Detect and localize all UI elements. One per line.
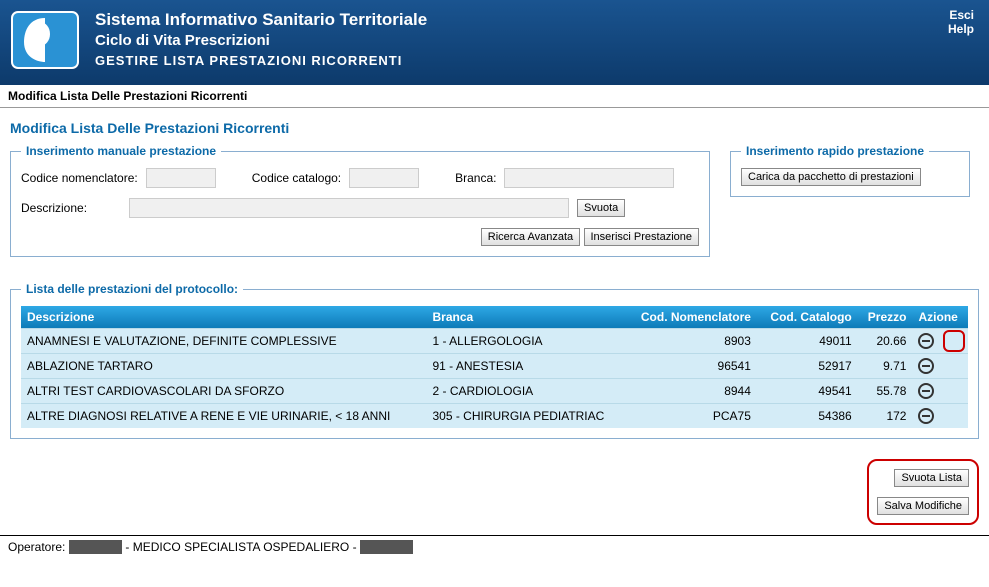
rapid-insert-fieldset: Inserimento rapido prestazione Carica da… bbox=[730, 144, 970, 197]
operator-extra-redacted bbox=[360, 540, 413, 554]
help-link[interactable]: Help bbox=[948, 22, 974, 36]
protocol-list-legend: Lista delle prestazioni del protocollo: bbox=[21, 282, 243, 296]
rapid-insert-legend: Inserimento rapido prestazione bbox=[741, 144, 929, 158]
highlight-ring bbox=[943, 330, 965, 352]
col-descrizione: Descrizione bbox=[21, 306, 427, 329]
cell-branca: 2 - CARDIOLOGIA bbox=[427, 379, 626, 404]
salva-modifiche-button[interactable]: Salva Modifiche bbox=[877, 497, 969, 515]
cell-azione bbox=[912, 379, 968, 404]
table-row: ABLAZIONE TARTARO91 - ANESTESIA965415291… bbox=[21, 354, 968, 379]
remove-icon[interactable] bbox=[918, 383, 934, 399]
status-bar: Operatore: - MEDICO SPECIALISTA OSPEDALI… bbox=[0, 535, 989, 558]
branca-input[interactable] bbox=[504, 168, 674, 188]
breadcrumb: Modifica Lista Delle Prestazioni Ricorre… bbox=[0, 85, 989, 108]
codice-catalogo-input[interactable] bbox=[349, 168, 419, 188]
header-section: GESTIRE LISTA PRESTAZIONI RICORRENTI bbox=[95, 53, 974, 68]
cell-prezzo: 20.66 bbox=[858, 329, 913, 354]
svuota-button[interactable]: Svuota bbox=[577, 199, 625, 217]
branca-label: Branca: bbox=[455, 171, 496, 185]
cell-branca: 305 - CHIRURGIA PEDIATRIAC bbox=[427, 404, 626, 429]
table-row: ANAMNESI E VALUTAZIONE, DEFINITE COMPLES… bbox=[21, 329, 968, 354]
header-subtitle: Ciclo di Vita Prescrizioni bbox=[95, 32, 974, 49]
protocol-list-fieldset: Lista delle prestazioni del protocollo: … bbox=[10, 282, 979, 439]
codice-catalogo-label: Codice catalogo: bbox=[252, 171, 341, 185]
operator-name-redacted bbox=[69, 540, 122, 554]
table-row: ALTRI TEST CARDIOVASCOLARI DA SFORZO2 - … bbox=[21, 379, 968, 404]
cell-branca: 1 - ALLERGOLOGIA bbox=[427, 329, 626, 354]
cell-cod-nomenclatore: 96541 bbox=[625, 354, 757, 379]
cell-cod-nomenclatore: 8944 bbox=[625, 379, 757, 404]
col-prezzo: Prezzo bbox=[858, 306, 913, 329]
remove-icon[interactable] bbox=[918, 358, 934, 374]
col-branca: Branca bbox=[427, 306, 626, 329]
cell-azione bbox=[912, 404, 968, 429]
svuota-lista-button[interactable]: Svuota Lista bbox=[894, 469, 969, 487]
page-title: Modifica Lista Delle Prestazioni Ricorre… bbox=[0, 108, 989, 144]
cell-prezzo: 55.78 bbox=[858, 379, 913, 404]
col-cod-catalogo: Cod. Catalogo bbox=[757, 306, 858, 329]
app-header: Sistema Informativo Sanitario Territoria… bbox=[0, 0, 989, 85]
cell-azione bbox=[912, 329, 968, 354]
cell-cod-nomenclatore: 8903 bbox=[625, 329, 757, 354]
inserisci-prestazione-button[interactable]: Inserisci Prestazione bbox=[584, 228, 700, 246]
prestazioni-table: Descrizione Branca Cod. Nomenclatore Cod… bbox=[21, 306, 968, 428]
remove-icon[interactable] bbox=[918, 408, 934, 424]
cell-cod-catalogo: 52917 bbox=[757, 354, 858, 379]
col-azione: Azione bbox=[912, 306, 968, 329]
cell-prezzo: 172 bbox=[858, 404, 913, 429]
carica-pacchetto-button[interactable]: Carica da pacchetto di prestazioni bbox=[741, 168, 921, 186]
descrizione-input[interactable] bbox=[129, 198, 569, 218]
table-row: ALTRE DIAGNOSI RELATIVE A RENE E VIE URI… bbox=[21, 404, 968, 429]
cell-cod-nomenclatore: PCA75 bbox=[625, 404, 757, 429]
cell-cod-catalogo: 49011 bbox=[757, 329, 858, 354]
cell-descrizione: ALTRI TEST CARDIOVASCOLARI DA SFORZO bbox=[21, 379, 427, 404]
cell-azione bbox=[912, 354, 968, 379]
col-cod-nomenclatore: Cod. Nomenclatore bbox=[625, 306, 757, 329]
remove-icon[interactable] bbox=[918, 333, 934, 349]
codice-nomenclatore-input[interactable] bbox=[146, 168, 216, 188]
cell-descrizione: ABLAZIONE TARTARO bbox=[21, 354, 427, 379]
manual-insert-legend: Inserimento manuale prestazione bbox=[21, 144, 221, 158]
codice-nomenclatore-label: Codice nomenclatore: bbox=[21, 171, 138, 185]
manual-insert-fieldset: Inserimento manuale prestazione Codice n… bbox=[10, 144, 710, 257]
bottom-actions-highlight: Svuota Lista Salva Modifiche bbox=[867, 459, 979, 525]
header-title: Sistema Informativo Sanitario Territoria… bbox=[95, 10, 974, 30]
cell-cod-catalogo: 54386 bbox=[757, 404, 858, 429]
exit-link[interactable]: Esci bbox=[948, 8, 974, 22]
cell-cod-catalogo: 49541 bbox=[757, 379, 858, 404]
cell-descrizione: ALTRE DIAGNOSI RELATIVE A RENE E VIE URI… bbox=[21, 404, 427, 429]
cell-descrizione: ANAMNESI E VALUTAZIONE, DEFINITE COMPLES… bbox=[21, 329, 427, 354]
cell-branca: 91 - ANESTESIA bbox=[427, 354, 626, 379]
operatore-label: Operatore: bbox=[8, 540, 65, 554]
descrizione-label: Descrizione: bbox=[21, 201, 121, 215]
app-logo bbox=[10, 10, 80, 70]
cell-prezzo: 9.71 bbox=[858, 354, 913, 379]
operator-role: MEDICO SPECIALISTA OSPEDALIERO bbox=[133, 540, 350, 554]
ricerca-avanzata-button[interactable]: Ricerca Avanzata bbox=[481, 228, 580, 246]
